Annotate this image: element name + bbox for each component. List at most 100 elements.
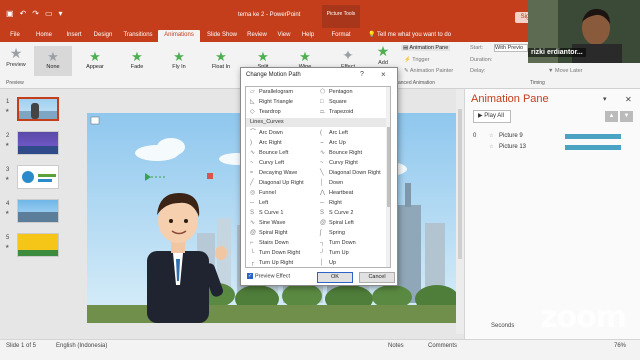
zoom-level[interactable]: 76% xyxy=(614,343,626,349)
motion-path-option[interactable]: S S Curve 1 xyxy=(250,208,283,218)
motion-path-option[interactable]: ʃ Spring xyxy=(320,228,345,238)
option-label: Teardrop xyxy=(259,109,281,115)
motion-path-option[interactable]: @ Spiral Right xyxy=(250,228,287,238)
animation-painter-button[interactable]: ✎ Animation Painter xyxy=(404,68,453,74)
animation-appear[interactable]: ★ Appear xyxy=(76,46,114,76)
funnel-icon: ◎ xyxy=(250,190,256,196)
motion-path-option[interactable]: ─ Right xyxy=(320,198,342,208)
slide-thumb[interactable]: 1 ★ xyxy=(0,97,64,127)
move-up-button[interactable]: ▲ xyxy=(605,111,618,122)
dialog-list-scrollbar[interactable] xyxy=(386,87,390,267)
tab-review[interactable]: Review xyxy=(244,30,270,42)
motion-path-option[interactable]: ⬠ Pentagon xyxy=(320,87,353,97)
preview-button[interactable]: ★ Preview xyxy=(2,46,30,68)
option-label: Trapezoid xyxy=(329,109,354,115)
motion-path-option[interactable]: ◎ Funnel xyxy=(250,188,276,198)
language-indicator[interactable]: English (Indonesia) xyxy=(56,343,107,349)
tab-insert[interactable]: Insert xyxy=(62,30,86,42)
cancel-button[interactable]: Cancel xyxy=(359,272,395,283)
slide-thumb[interactable]: 3 ★ xyxy=(0,165,64,195)
tell-me-box[interactable]: 💡 Tell me what you want to do xyxy=(368,31,451,38)
motion-path-option[interactable]: (Arc Left xyxy=(320,128,348,138)
comments-button[interactable]: Comments xyxy=(428,343,457,349)
pane-options-icon[interactable]: ▾ xyxy=(603,95,607,103)
motion-path-option[interactable]: ⏢ Trapezoid xyxy=(320,107,353,117)
animation-fade[interactable]: ★ Fade xyxy=(118,46,156,76)
animation-float-in[interactable]: ★ Float In xyxy=(202,46,240,76)
motion-path-option[interactable]: │ Down xyxy=(320,178,343,188)
motion-path-option[interactable]: ┘ Turn Up xyxy=(320,248,349,258)
tab-transitions[interactable]: Transitions xyxy=(120,30,156,42)
motion-path-end-icon[interactable] xyxy=(207,173,213,179)
motion-path-option[interactable]: ─ Left xyxy=(250,198,268,208)
undo-icon[interactable]: ↶ xyxy=(20,9,27,18)
motion-path-option[interactable]: ◺ Right Triangle xyxy=(250,97,293,107)
move-later-button[interactable]: ▼ Move Later xyxy=(548,68,583,74)
tab-view[interactable]: View xyxy=(274,30,294,42)
save-icon[interactable]: ▣ xyxy=(6,9,14,18)
motion-path-option[interactable]: ⋀ Heartbeat xyxy=(320,188,353,198)
stairs-down-icon: ⌐ xyxy=(250,240,254,246)
motion-path-option[interactable]: @ Spiral Left xyxy=(320,218,354,228)
tab-file[interactable]: File xyxy=(4,30,26,42)
trigger-button[interactable]: ⚡ Trigger xyxy=(404,57,430,63)
present-icon[interactable]: ▭ xyxy=(45,9,53,18)
animation-pane-button[interactable]: ▤ Animation Pane xyxy=(401,45,451,51)
motion-path-option[interactable]: ∿ Bounce Left xyxy=(250,148,288,158)
slide-thumb[interactable]: 4 ★ xyxy=(0,199,64,229)
tab-home[interactable]: Home xyxy=(32,30,56,42)
preview-effect-checkbox[interactable]: ✓ Preview Effect xyxy=(247,273,290,279)
motion-path-option[interactable]: ┐ Turn Down xyxy=(320,238,356,248)
motion-path-option[interactable]: ⌒ Arc Down xyxy=(250,128,283,138)
ok-button[interactable]: OK xyxy=(317,272,353,283)
animation-item[interactable]: ☆ Picture 13 xyxy=(473,142,633,153)
motion-path-option[interactable]: ∿ Sine Wave xyxy=(250,218,285,228)
slide-number: 1 xyxy=(6,99,10,105)
slide-vertical-scrollbar[interactable] xyxy=(456,89,464,334)
animation-none[interactable]: ★ None xyxy=(34,46,72,76)
tab-animations[interactable]: Animations xyxy=(158,30,200,42)
motion-path-option[interactable]: ~ Curvy Left xyxy=(250,158,284,168)
motion-path-option[interactable]: │ Up xyxy=(320,258,336,267)
motion-path-option[interactable]: ┌ Turn Up Right xyxy=(250,258,293,267)
help-icon[interactable]: ? xyxy=(360,71,364,78)
redo-icon[interactable]: ↷ xyxy=(32,9,39,18)
dialog-scroll-thumb[interactable] xyxy=(387,127,390,207)
motion-path-option[interactable]: □ Square xyxy=(320,97,347,107)
move-down-button[interactable]: ▼ xyxy=(620,111,633,122)
zoom-watermark: zoom xyxy=(540,300,627,335)
scrollbar-thumb[interactable] xyxy=(458,109,462,259)
motion-path-option[interactable]: ⌣ Arc Up xyxy=(320,138,346,148)
tab-slide-show[interactable]: Slide Show xyxy=(204,30,240,42)
motion-path-option[interactable]: ~ Curvy Right xyxy=(320,158,358,168)
slide-counter: Slide 1 of 5 xyxy=(6,343,37,349)
star-icon: ★ xyxy=(299,49,311,64)
option-label: Heartbeat xyxy=(329,190,354,196)
motion-path-option[interactable]: S S Curve 2 xyxy=(320,208,353,218)
motion-path-option[interactable]: ∿ Bounce Right xyxy=(320,148,362,158)
tab-design[interactable]: Design xyxy=(90,30,116,42)
slide-thumb[interactable]: 2 ★ xyxy=(0,131,64,161)
slide-thumb[interactable]: 5 ★ xyxy=(0,233,64,263)
option-label: Bounce Left xyxy=(259,150,289,156)
animation-item[interactable]: 0 ☆ Picture 9 xyxy=(473,131,633,142)
start-select[interactable]: With Previo xyxy=(494,44,528,52)
motion-path-option[interactable]: ) Arc Right xyxy=(250,138,282,148)
checkmark-icon: ✓ xyxy=(247,273,253,279)
motion-path-option[interactable]: └ Turn Down Right xyxy=(250,248,300,258)
add-animation-button[interactable]: ★ Add xyxy=(370,44,396,66)
close-icon[interactable]: × xyxy=(381,70,386,79)
motion-path-option[interactable]: ▱ Parallelogram xyxy=(250,87,293,97)
motion-path-option[interactable]: ◇ Teardrop xyxy=(250,107,281,117)
tab-help[interactable]: Help xyxy=(298,30,318,42)
motion-path-option[interactable]: ╲ Diagonal Down Right xyxy=(320,168,381,178)
motion-path-option[interactable]: ≈ Decaying Wave xyxy=(250,168,297,178)
close-icon[interactable]: ✕ xyxy=(625,95,632,104)
customize-icon[interactable]: ▾ xyxy=(59,9,63,18)
notes-button[interactable]: Notes xyxy=(388,343,404,349)
play-all-button[interactable]: ▶ Play All xyxy=(473,110,511,123)
motion-path-option[interactable]: ⌐ Stairs Down xyxy=(250,238,289,248)
motion-path-option[interactable]: ╱ Diagonal Up Right xyxy=(250,178,304,188)
tab-format[interactable]: Format xyxy=(326,30,356,42)
animation-fly-in[interactable]: ★ Fly In xyxy=(160,46,198,76)
